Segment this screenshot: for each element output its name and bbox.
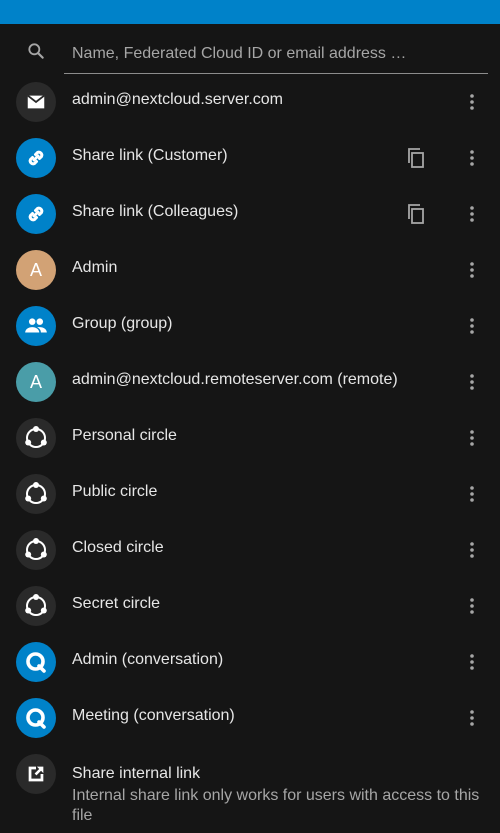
- circle-icon: [16, 418, 56, 458]
- share-item-user-admin[interactable]: A Admin: [0, 242, 500, 298]
- circle-icon: [16, 530, 56, 570]
- share-item-label: Admin (conversation): [72, 651, 224, 668]
- talk-icon: [16, 642, 56, 682]
- circle-icon: [16, 474, 56, 514]
- share-item-label: Public circle: [72, 483, 158, 500]
- share-item-label: Closed circle: [72, 539, 164, 556]
- share-item-label: Admin: [72, 259, 118, 276]
- copy-icon[interactable]: [404, 146, 428, 170]
- circle-icon: [16, 586, 56, 626]
- share-search-input[interactable]: [64, 34, 488, 74]
- more-options-icon[interactable]: [460, 90, 484, 114]
- share-item-label: admin@nextcloud.remoteserver.com (remote…: [72, 371, 398, 388]
- share-item-link-colleagues[interactable]: Share link (Colleagues): [0, 186, 500, 242]
- copy-icon[interactable]: [404, 202, 428, 226]
- more-options-icon[interactable]: [460, 370, 484, 394]
- share-search-bar: [0, 24, 500, 76]
- more-options-icon[interactable]: [460, 594, 484, 618]
- more-options-icon[interactable]: [460, 146, 484, 170]
- more-options-icon[interactable]: [460, 650, 484, 674]
- share-item-remote[interactable]: A admin@nextcloud.remoteserver.com (remo…: [0, 354, 500, 410]
- status-bar: [0, 0, 500, 24]
- external-link-icon: [16, 754, 56, 794]
- more-options-icon[interactable]: [460, 538, 484, 562]
- email-icon: [16, 82, 56, 122]
- share-item-label: Share link (Customer): [72, 147, 228, 164]
- link-icon: [16, 194, 56, 234]
- share-item-label: Secret circle: [72, 595, 161, 612]
- more-options-icon[interactable]: [460, 314, 484, 338]
- share-item-label: Personal circle: [72, 427, 177, 444]
- share-item-email[interactable]: admin@nextcloud.server.com: [0, 74, 500, 130]
- internal-link-title: Share internal link: [72, 765, 201, 782]
- talk-icon: [16, 698, 56, 738]
- more-options-icon[interactable]: [460, 202, 484, 226]
- share-internal-link[interactable]: Share internal link Internal share link …: [0, 746, 500, 833]
- more-options-icon[interactable]: [460, 482, 484, 506]
- share-item-label: Share link (Colleagues): [72, 203, 239, 220]
- link-icon: [16, 138, 56, 178]
- share-item-circle-secret[interactable]: Secret circle: [0, 578, 500, 634]
- share-item-link-customer[interactable]: Share link (Customer): [0, 130, 500, 186]
- share-item-circle-closed[interactable]: Closed circle: [0, 522, 500, 578]
- share-item-circle-public[interactable]: Public circle: [0, 466, 500, 522]
- share-item-label: admin@nextcloud.server.com: [72, 91, 283, 108]
- share-item-label: Meeting (conversation): [72, 707, 235, 724]
- internal-link-description: Internal share link only works for users…: [72, 787, 480, 824]
- more-options-icon[interactable]: [460, 258, 484, 282]
- avatar: A: [16, 250, 56, 290]
- group-icon: [16, 306, 56, 346]
- share-item-label: Group (group): [72, 315, 173, 332]
- share-item-circle-personal[interactable]: Personal circle: [0, 410, 500, 466]
- more-options-icon[interactable]: [460, 706, 484, 730]
- share-item-conversation-admin[interactable]: Admin (conversation): [0, 634, 500, 690]
- search-icon: [28, 43, 44, 59]
- avatar: A: [16, 362, 56, 402]
- share-item-conversation-meeting[interactable]: Meeting (conversation): [0, 690, 500, 746]
- share-item-group[interactable]: Group (group): [0, 298, 500, 354]
- more-options-icon[interactable]: [460, 426, 484, 450]
